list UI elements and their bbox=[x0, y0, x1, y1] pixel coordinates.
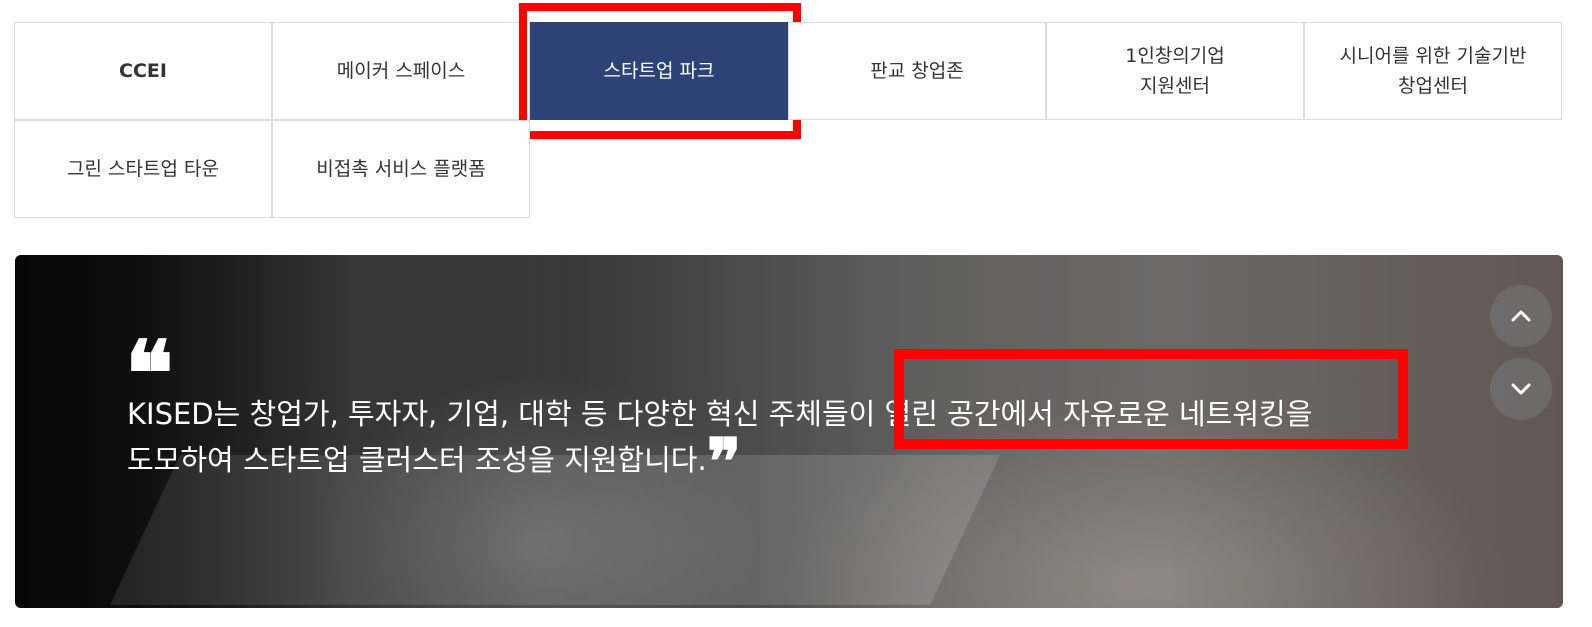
banner-quote: KISED는 창업가, 투자자, 기업, 대학 등 다양한 혁신 주체들이 열린… bbox=[127, 391, 1427, 495]
tab-contactless-service-platform[interactable]: 비접촉 서비스 플랫폼 bbox=[272, 120, 530, 218]
tab-startup-park[interactable]: 스타트업 파크 bbox=[519, 3, 801, 139]
scroll-up-button[interactable] bbox=[1490, 285, 1552, 347]
tab-senior-tech-startup-center[interactable]: 시니어를 위한 기술기반 창업센터 bbox=[1304, 22, 1562, 120]
scroll-down-button[interactable] bbox=[1490, 358, 1552, 420]
tab-green-startup-town[interactable]: 그린 스타트업 타운 bbox=[14, 120, 272, 218]
banner-quote-line-2-text: 도모하여 스타트업 클러스터 조성을 지원합니다. bbox=[127, 443, 707, 477]
tab-pangyo-startup-zone[interactable]: 판교 창업존 bbox=[788, 22, 1046, 120]
tab-one-person-creative-center[interactable]: 1인창의기업 지원센터 bbox=[1046, 22, 1304, 120]
chevron-up-icon bbox=[1511, 310, 1531, 322]
chevron-down-icon bbox=[1511, 383, 1531, 395]
banner-quote-line-2: 도모하여 스타트업 클러스터 조성을 지원합니다.❞ bbox=[127, 431, 1427, 495]
banner-quote-line-1: KISED는 창업가, 투자자, 기업, 대학 등 다양한 혁신 주체들이 열린… bbox=[127, 397, 1313, 431]
tab-ccei[interactable]: CCEI bbox=[14, 22, 272, 120]
hero-banner: ❝ KISED는 창업가, 투자자, 기업, 대학 등 다양한 혁신 주체들이 … bbox=[15, 255, 1563, 608]
tab-maker-space[interactable]: 메이커 스페이스 bbox=[272, 22, 530, 120]
close-quote-icon: ❞ bbox=[706, 425, 742, 500]
